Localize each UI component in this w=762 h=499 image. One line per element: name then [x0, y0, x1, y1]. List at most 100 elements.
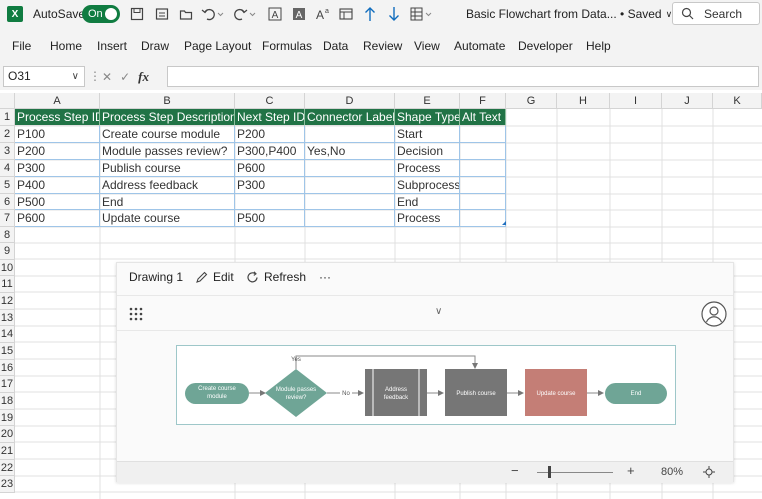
tab-help[interactable]: Help — [586, 39, 611, 53]
row-header-8[interactable]: 8 — [0, 227, 15, 243]
table-cell[interactable]: P600 — [15, 210, 100, 227]
row-header-4[interactable]: 4 — [0, 160, 15, 177]
table-cell[interactable]: P300,P400 — [235, 143, 305, 160]
table-header-cell[interactable]: Shape Type — [395, 109, 460, 126]
tab-file[interactable]: File — [12, 39, 31, 53]
tab-draw[interactable]: Draw — [141, 39, 169, 53]
table-cell[interactable]: Module passes review? — [100, 143, 235, 160]
zoom-level[interactable]: 80% — [661, 466, 683, 478]
table-cell[interactable] — [235, 194, 305, 210]
column-header-c[interactable]: C — [235, 93, 305, 109]
table-cell[interactable] — [305, 160, 395, 177]
zoom-out-button[interactable]: − — [511, 463, 519, 478]
row-header-2[interactable]: 2 — [0, 126, 15, 143]
column-header-f[interactable]: F — [460, 93, 506, 109]
row-header-10[interactable]: 10 — [0, 260, 15, 276]
table-header-cell[interactable]: Next Step ID — [235, 109, 305, 126]
table-cell[interactable]: End — [395, 194, 460, 210]
customize-toolbar-icon[interactable] — [409, 5, 435, 23]
sort-descending-icon[interactable] — [385, 5, 403, 23]
zoom-in-button[interactable]: + — [627, 463, 635, 478]
column-header-h[interactable]: H — [557, 93, 610, 109]
table-cell[interactable] — [460, 194, 506, 210]
open-folder-icon[interactable] — [177, 5, 195, 23]
save-icon[interactable] — [128, 5, 146, 23]
row-header-23[interactable]: 23 — [0, 476, 15, 493]
font-outline-icon[interactable]: A — [266, 5, 284, 23]
row-header-11[interactable]: 11 — [0, 276, 15, 293]
table-cell[interactable]: P500 — [235, 210, 305, 227]
row-header-21[interactable]: 21 — [0, 443, 15, 460]
edit-button[interactable]: Edit — [195, 270, 234, 284]
table-cell[interactable]: P300 — [235, 177, 305, 194]
tab-data[interactable]: Data — [323, 39, 348, 53]
table-cell[interactable]: P100 — [15, 126, 100, 143]
table-cell[interactable]: Start — [395, 126, 460, 143]
chevron-down-icon[interactable]: ∨ — [435, 306, 442, 317]
autosave-toggle[interactable]: On — [82, 5, 120, 23]
table-cell[interactable]: Create course module — [100, 126, 235, 143]
table-cell[interactable]: End — [100, 194, 235, 210]
table-cell[interactable]: Publish course — [100, 160, 235, 177]
table-cell[interactable]: Process — [395, 160, 460, 177]
table-cell[interactable]: Subprocess — [395, 177, 460, 194]
zoom-slider-thumb[interactable] — [548, 466, 551, 478]
tab-view[interactable]: View — [414, 39, 440, 53]
font-fill-icon[interactable]: A — [290, 5, 308, 23]
row-header-15[interactable]: 15 — [0, 343, 15, 360]
row-header-12[interactable]: 12 — [0, 293, 15, 310]
formula-input[interactable] — [167, 66, 759, 87]
table-cell[interactable] — [460, 160, 506, 177]
row-header-17[interactable]: 17 — [0, 376, 15, 393]
row-header-22[interactable]: 22 — [0, 460, 15, 476]
table-cell[interactable] — [460, 177, 506, 194]
table-cell[interactable]: Decision — [395, 143, 460, 160]
table-cell[interactable] — [305, 177, 395, 194]
app-launcher-icon[interactable] — [129, 307, 143, 321]
row-header-5[interactable]: 5 — [0, 177, 15, 194]
row-header-1[interactable]: 1 — [0, 109, 15, 126]
table-cell[interactable]: Process — [395, 210, 460, 227]
table-header-cell[interactable]: Process Step Description — [100, 109, 235, 126]
select-all-corner[interactable] — [0, 93, 15, 109]
table-cell[interactable] — [460, 210, 506, 227]
table-resize-handle[interactable] — [502, 221, 506, 225]
cancel-icon[interactable]: ✕ — [102, 70, 112, 84]
table-cell[interactable]: P500 — [15, 194, 100, 210]
tab-page-layout[interactable]: Page Layout — [184, 39, 251, 53]
tab-review[interactable]: Review — [363, 39, 402, 53]
name-box[interactable]: O31 ∨ — [3, 66, 85, 87]
insert-table-icon[interactable] — [337, 5, 355, 23]
search-box[interactable]: Search — [672, 2, 760, 25]
tab-automate[interactable]: Automate — [454, 39, 505, 53]
row-header-6[interactable]: 6 — [0, 194, 15, 210]
table-cell[interactable]: Address feedback — [100, 177, 235, 194]
insert-function-icon[interactable]: fx — [138, 69, 149, 85]
table-cell[interactable]: P600 — [235, 160, 305, 177]
table-cell[interactable]: P200 — [235, 126, 305, 143]
table-cell[interactable] — [460, 126, 506, 143]
column-header-i[interactable]: I — [610, 93, 662, 109]
tab-developer[interactable]: Developer — [518, 39, 573, 53]
table-header-cell[interactable]: Connector Label — [305, 109, 395, 126]
table-cell[interactable] — [305, 194, 395, 210]
tab-formulas[interactable]: Formulas — [262, 39, 312, 53]
account-avatar-icon[interactable] — [701, 301, 727, 327]
table-cell[interactable]: P400 — [15, 177, 100, 194]
redo-icon[interactable] — [232, 5, 258, 23]
table-cell[interactable]: P300 — [15, 160, 100, 177]
row-header-16[interactable]: 16 — [0, 360, 15, 376]
row-header-14[interactable]: 14 — [0, 326, 15, 343]
row-header-19[interactable]: 19 — [0, 410, 15, 426]
table-cell[interactable] — [305, 126, 395, 143]
table-cell[interactable] — [305, 210, 395, 227]
fit-to-window-icon[interactable] — [703, 466, 715, 478]
row-header-9[interactable]: 9 — [0, 243, 15, 260]
column-header-g[interactable]: G — [506, 93, 557, 109]
column-header-k[interactable]: K — [713, 93, 762, 109]
document-title[interactable]: Basic Flowchart from Data... • Saved ∨ — [466, 7, 672, 21]
more-options-button[interactable]: ··· — [319, 270, 331, 284]
column-header-d[interactable]: D — [305, 93, 395, 109]
tab-insert[interactable]: Insert — [97, 39, 127, 53]
tab-home[interactable]: Home — [50, 39, 82, 53]
